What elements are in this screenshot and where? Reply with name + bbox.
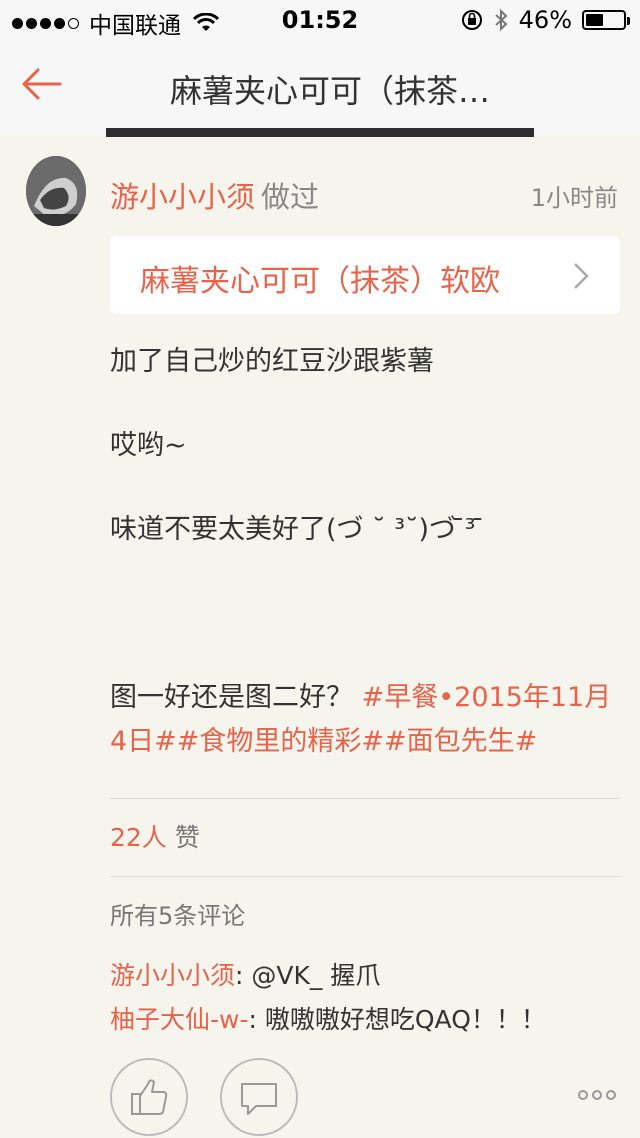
battery-percent: 46% <box>518 6 572 34</box>
author-line: 游小小小须 做过 <box>110 174 319 216</box>
post-tags-1[interactable]: #早餐•2015年11月 <box>362 682 612 713</box>
chevron-right-icon <box>574 263 589 289</box>
more-dots-icon[interactable] <box>578 1090 618 1106</box>
battery-icon <box>582 10 630 30</box>
likes-count: 22人 <box>110 823 167 852</box>
comments-header[interactable]: 所有5条评论 <box>110 896 245 931</box>
author-verb: 做过 <box>261 180 320 214</box>
comment-user[interactable]: 游小小小须 <box>110 961 235 990</box>
comment-bubble-icon <box>241 1083 277 1115</box>
comment-text: : 嗷嗷嗷好想吃QAQ！！！ <box>248 1005 546 1034</box>
post-question: 图一好还是图二好？ <box>110 682 353 713</box>
avatar[interactable] <box>26 156 86 226</box>
post-time: 1小时前 <box>530 184 618 212</box>
post-tags-paragraph: 图一好还是图二好？ #早餐•2015年11月 4日##食物里的精彩##面包先生# <box>110 676 620 764</box>
status-bar: 中国联通 01:52 46% <box>0 0 640 40</box>
recipe-name: 麻薯夹心可可（抹茶）软欧 <box>140 264 500 299</box>
post-tags-2[interactable]: 4日##食物里的精彩##面包先生# <box>110 726 537 757</box>
thumbs-up-icon <box>131 1079 168 1115</box>
comment-user[interactable]: 柚子大仙-w- <box>110 1005 249 1034</box>
post-line-1: 加了自己炒的红豆沙跟紫薯 <box>110 346 434 377</box>
status-right: 46% <box>461 6 630 34</box>
comment-item[interactable]: 柚子大仙-w-: 嗷嗷嗷好想吃QAQ！！！ <box>110 1000 546 1036</box>
comment-item[interactable]: 游小小小须: @VK_ 握爪 <box>110 956 380 992</box>
like-button[interactable] <box>110 1058 188 1136</box>
page-title: 麻薯夹心可可（抹茶… <box>169 72 490 110</box>
author-name[interactable]: 游小小小须 <box>110 180 255 214</box>
back-arrow-icon[interactable] <box>20 64 66 104</box>
recipe-link-card[interactable]: 麻薯夹心可可（抹茶）软欧 <box>110 236 620 314</box>
avatar-image <box>26 156 86 226</box>
likes-line[interactable]: 22人赞 <box>110 818 200 854</box>
divider <box>110 798 620 799</box>
orientation-lock-icon <box>461 10 482 30</box>
divider <box>110 876 620 877</box>
bluetooth-icon <box>494 8 508 32</box>
nav-bar: 麻薯夹心可可（抹茶… <box>0 40 640 136</box>
battery-fill <box>586 14 603 26</box>
post-line-3: 味道不要太美好了(づ ˘ ³˘)づ ̄³ ̄ <box>110 514 485 545</box>
likes-label: 赞 <box>174 823 200 852</box>
comment-button[interactable] <box>220 1058 298 1136</box>
comment-text: : @VK_ 握爪 <box>235 961 381 990</box>
post-line-2: 哎哟~ <box>110 430 187 461</box>
photo-bottom-edge <box>106 128 534 137</box>
